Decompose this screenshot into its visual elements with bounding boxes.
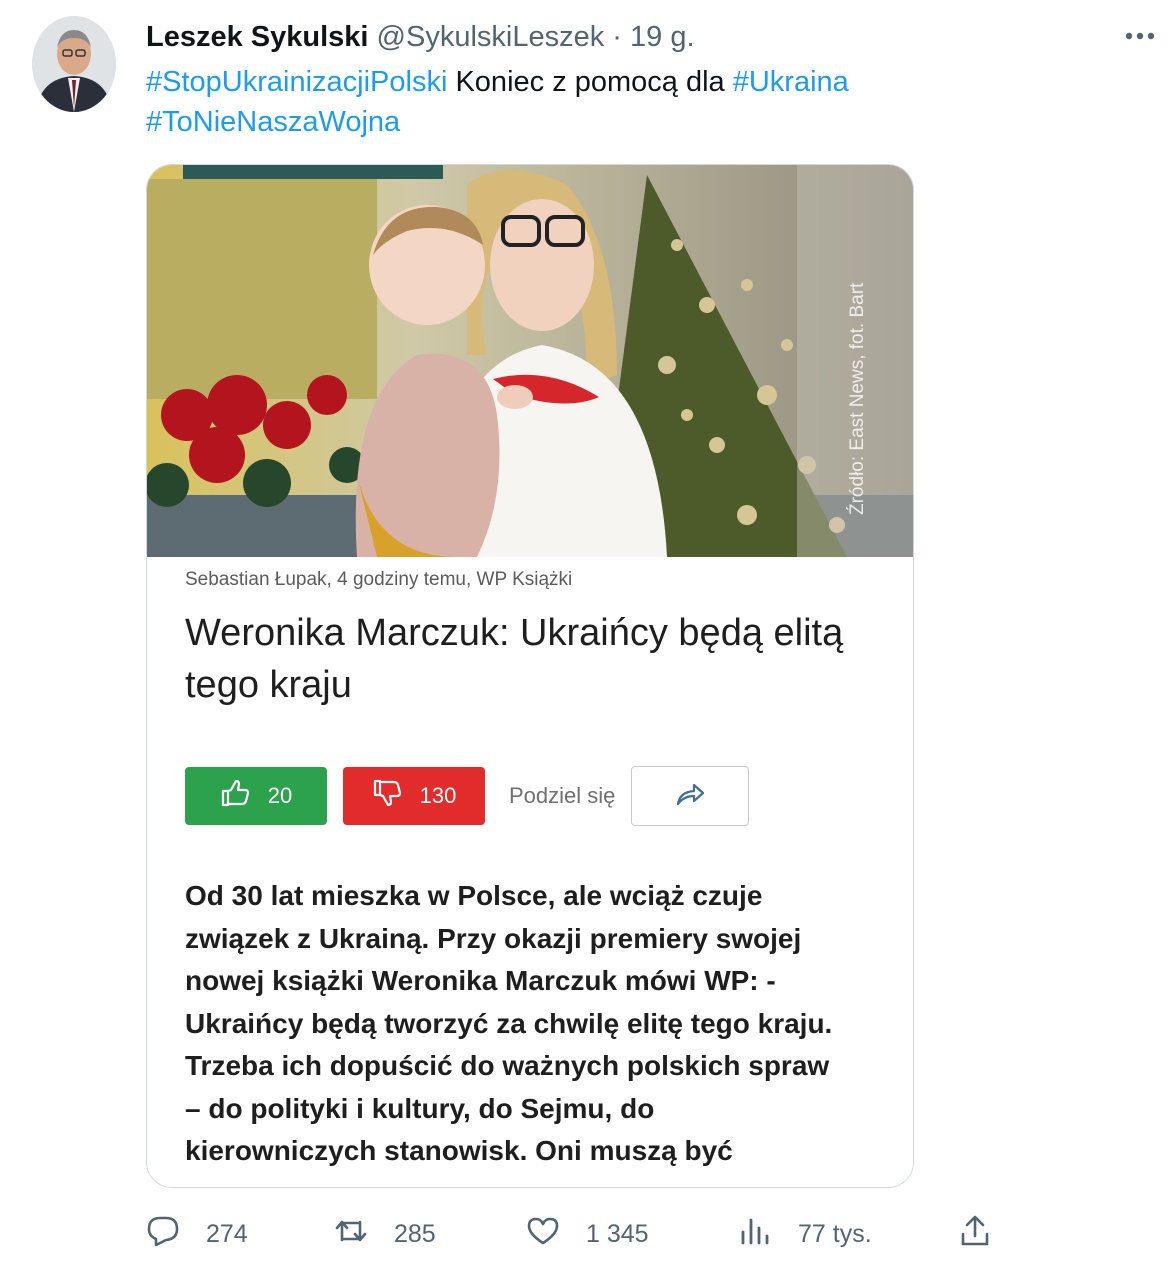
article-dislike-button: 130 bbox=[343, 767, 485, 825]
article-photo: Źródło: East News, fot. Bart bbox=[147, 165, 913, 557]
tweet-header: Leszek Sykulski @SykulskiLeszek · 19 g. bbox=[146, 18, 695, 56]
share-button[interactable] bbox=[958, 1208, 992, 1260]
article-body: Od 30 lat mieszka w Polsce, ale wciąż cz… bbox=[185, 875, 885, 1173]
share-arrow-icon bbox=[674, 780, 706, 813]
thumbs-up-icon bbox=[220, 778, 250, 814]
like-icon bbox=[526, 1214, 560, 1255]
avatar[interactable] bbox=[32, 16, 116, 112]
tweet-actions: 274 285 1 345 77 tys. bbox=[146, 1208, 1156, 1260]
article-body-line: – do polityki i kultury, do Sejmu, do bbox=[185, 1092, 655, 1124]
article-body-line: kierowniczych stanowisk. Oni muszą być bbox=[185, 1135, 733, 1166]
views-count: 77 tys. bbox=[798, 1219, 872, 1248]
article-card: Sebastian Łupak, 4 godziny temu, WP Ksią… bbox=[147, 557, 913, 1187]
reply-count: 274 bbox=[206, 1219, 248, 1248]
share-icon bbox=[958, 1214, 992, 1255]
dislike-count: 130 bbox=[419, 783, 457, 808]
thumbs-down-icon bbox=[372, 778, 402, 814]
tweet-text: #StopUkrainizacjiPolski Koniec z pomocą … bbox=[146, 62, 946, 142]
like-button[interactable]: 1 345 bbox=[526, 1208, 649, 1260]
hashtag-link[interactable]: #StopUkrainizacjiPolski bbox=[146, 66, 447, 98]
article-like-button: 20 bbox=[185, 767, 327, 825]
retweet-button[interactable]: 285 bbox=[334, 1208, 436, 1260]
views-icon bbox=[738, 1214, 772, 1255]
article-body-line: nowej książki Weronika Marczuk mówi WP: … bbox=[185, 965, 776, 996]
tweet-text-segment: Koniec z pomocą dla bbox=[447, 66, 733, 98]
hashtag-link[interactable]: #Ukraina bbox=[733, 66, 849, 98]
like-count: 20 bbox=[267, 783, 293, 808]
separator-dot: · bbox=[612, 21, 622, 53]
author-handle[interactable]: @SykulskiLeszek bbox=[377, 21, 605, 53]
article-body-line: Ukraińcy będą tworzyć za chwilę elitę te… bbox=[185, 1007, 833, 1039]
hashtag-link[interactable]: #ToNieNaszaWojna bbox=[146, 106, 400, 138]
article-body-line: Od 30 lat mieszka w Polsce, ale wciąż cz… bbox=[185, 880, 763, 911]
article-headline: Weronika Marczuk: Ukraińcy będą elitą te… bbox=[185, 612, 844, 706]
article-body-line: Trzeba ich dopuścić do ważnych polskich … bbox=[185, 1050, 830, 1081]
more-icon[interactable] bbox=[1120, 18, 1160, 54]
retweet-count: 285 bbox=[394, 1219, 436, 1248]
photo-caption: Źródło: East News, fot. Bart bbox=[847, 282, 868, 515]
like-count: 1 345 bbox=[586, 1219, 649, 1248]
author-name[interactable]: Leszek Sykulski bbox=[146, 21, 368, 53]
retweet-icon bbox=[334, 1214, 368, 1255]
article-share-button bbox=[631, 766, 749, 826]
views-button[interactable]: 77 tys. bbox=[738, 1208, 872, 1260]
reply-button[interactable]: 274 bbox=[146, 1208, 248, 1260]
article-byline: Sebastian Łupak, 4 godziny temu, WP Ksią… bbox=[185, 569, 573, 590]
share-label: Podziel się bbox=[509, 783, 616, 808]
tweet-media[interactable]: Źródło: East News, fot. Bart Sebastian Ł… bbox=[146, 164, 914, 1188]
article-body-line: związek z Ukrainą. Przy okazji premiery … bbox=[185, 922, 802, 954]
reply-icon bbox=[146, 1214, 180, 1255]
tweet-time[interactable]: 19 g. bbox=[630, 21, 695, 53]
